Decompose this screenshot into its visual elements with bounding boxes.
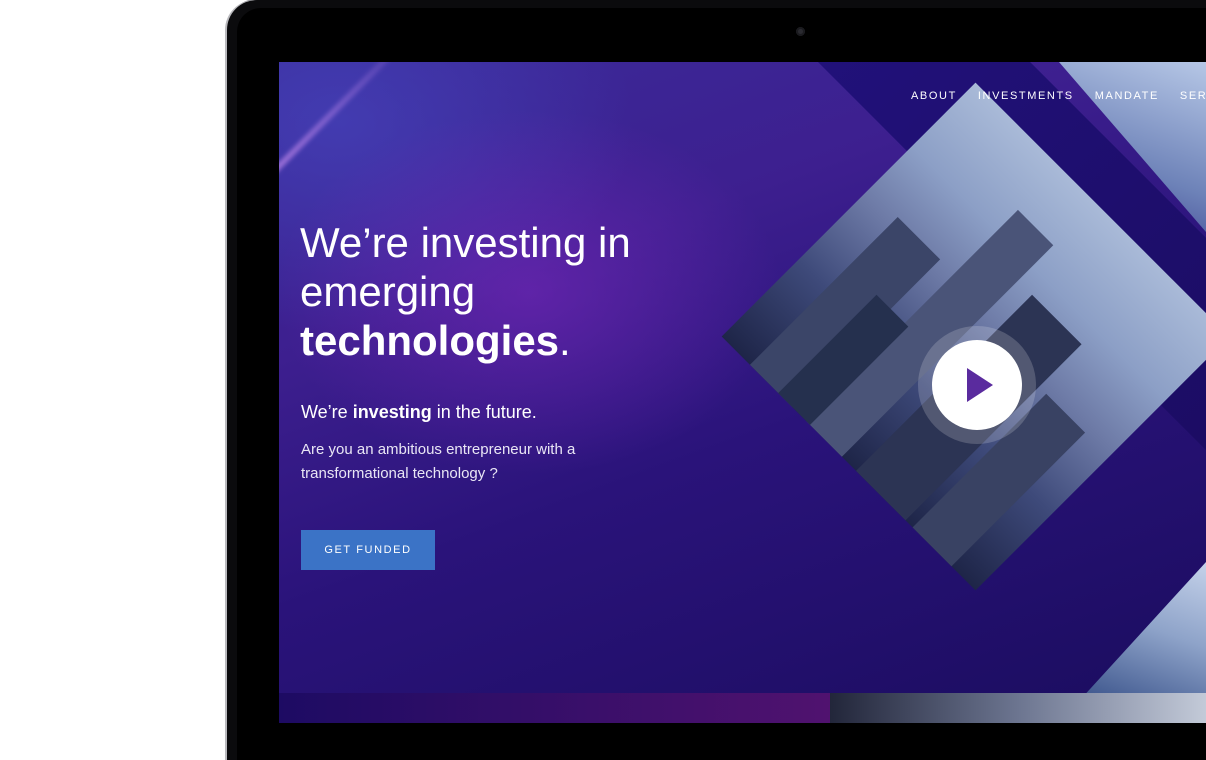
hero-subheading: We’re investing in the future.: [301, 402, 537, 423]
nav-link-mandate[interactable]: MANDATE: [1095, 90, 1159, 102]
subheading-emphasis: investing: [352, 402, 432, 422]
bottom-section-preview: [279, 693, 1206, 723]
website-hero: ABOUT INVESTMENTS MANDATE SERVICE We’re …: [279, 62, 1206, 723]
hero-headline: We’re investing in emerging technologies…: [300, 218, 631, 365]
play-button[interactable]: [932, 340, 1022, 430]
nav-link-investments[interactable]: INVESTMENTS: [978, 90, 1074, 102]
bottom-strip-left: [279, 693, 830, 723]
headline-line-1: We’re investing in: [300, 219, 631, 266]
main-navigation: ABOUT INVESTMENTS MANDATE SERVICE: [911, 90, 1206, 102]
headline-period: .: [559, 317, 571, 364]
bottom-strip-right: [830, 693, 1206, 723]
headline-line-2: emerging: [300, 268, 476, 315]
headline-emphasis: technologies: [300, 317, 560, 364]
play-icon: [967, 368, 993, 402]
subheading-prefix: We’re: [301, 402, 353, 422]
hero-description: Are you an ambitious entrepreneur with a…: [301, 441, 576, 482]
webcam-icon: [796, 27, 805, 36]
nav-link-about[interactable]: ABOUT: [911, 90, 957, 102]
city-skyline-image: [721, 82, 1206, 591]
subheading-suffix: in the future.: [431, 402, 537, 422]
get-funded-button[interactable]: GET FUNDED: [301, 530, 435, 570]
nav-link-services[interactable]: SERVICE: [1180, 90, 1206, 102]
